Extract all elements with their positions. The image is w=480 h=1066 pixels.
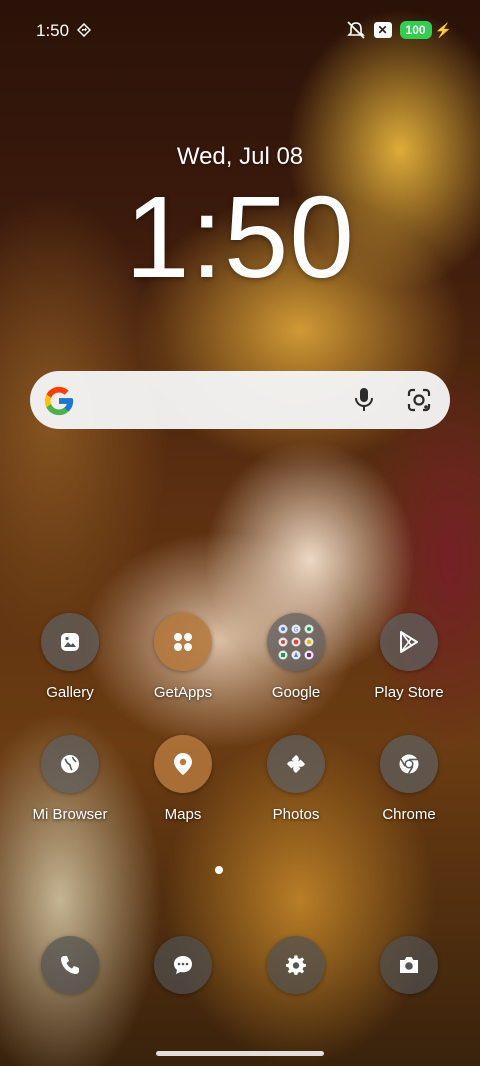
google-g-icon — [44, 386, 74, 416]
status-time: 1:50 — [36, 21, 70, 40]
app-label: GetApps — [153, 684, 213, 701]
google-search-bar[interactable] — [30, 371, 450, 429]
gesture-navigation-bar[interactable] — [156, 1051, 324, 1056]
lockscreen-clock[interactable]: 1:50 — [0, 170, 480, 304]
google-lens-icon[interactable] — [406, 387, 432, 413]
x-notification-icon: ✕ — [373, 22, 392, 38]
app-gallery[interactable]: Gallery — [15, 613, 125, 701]
app-label: Chrome — [382, 806, 436, 823]
app-chrome[interactable]: Chrome — [354, 735, 464, 823]
map-pin-icon — [154, 735, 212, 793]
app-mi-browser[interactable]: Mi Browser — [15, 735, 125, 823]
lockscreen-date: Wed, Jul 08 — [176, 143, 304, 170]
getapps-icon — [154, 613, 212, 671]
svg-text:G: G — [294, 628, 299, 634]
play-store-icon — [380, 613, 438, 671]
app-maps[interactable]: Maps — [128, 735, 238, 823]
charging-icon: ⚡ — [434, 21, 452, 38]
mute-icon — [346, 21, 365, 39]
app-photos[interactable]: Photos — [241, 735, 351, 823]
location-diamond-icon — [77, 23, 91, 37]
app-label: Mi Browser — [32, 806, 108, 823]
app-label: Google — [271, 684, 321, 701]
pinwheel-icon — [267, 735, 325, 793]
globe-icon — [41, 735, 99, 793]
phone-icon[interactable] — [41, 936, 99, 994]
google-folder-icon: G — [267, 613, 325, 671]
page-indicator-dot — [215, 866, 223, 874]
app-getapps[interactable]: GetApps — [128, 613, 238, 701]
app-play-store[interactable]: Play Store — [354, 613, 464, 701]
status-bar: 1:50 ✕ 100 ⚡ — [0, 0, 480, 62]
battery-indicator: 100 — [399, 21, 432, 39]
microphone-icon[interactable] — [352, 387, 376, 413]
app-label: Photos — [272, 806, 320, 823]
camera-icon[interactable] — [380, 936, 438, 994]
messages-icon[interactable] — [154, 936, 212, 994]
app-google-folder[interactable]: G Google — [241, 613, 351, 701]
app-label: Gallery — [46, 684, 94, 701]
chrome-icon — [380, 735, 438, 793]
app-label: Maps — [164, 806, 202, 823]
gallery-icon — [41, 613, 99, 671]
app-label: Play Store — [374, 684, 444, 701]
settings-gear-icon[interactable] — [267, 936, 325, 994]
